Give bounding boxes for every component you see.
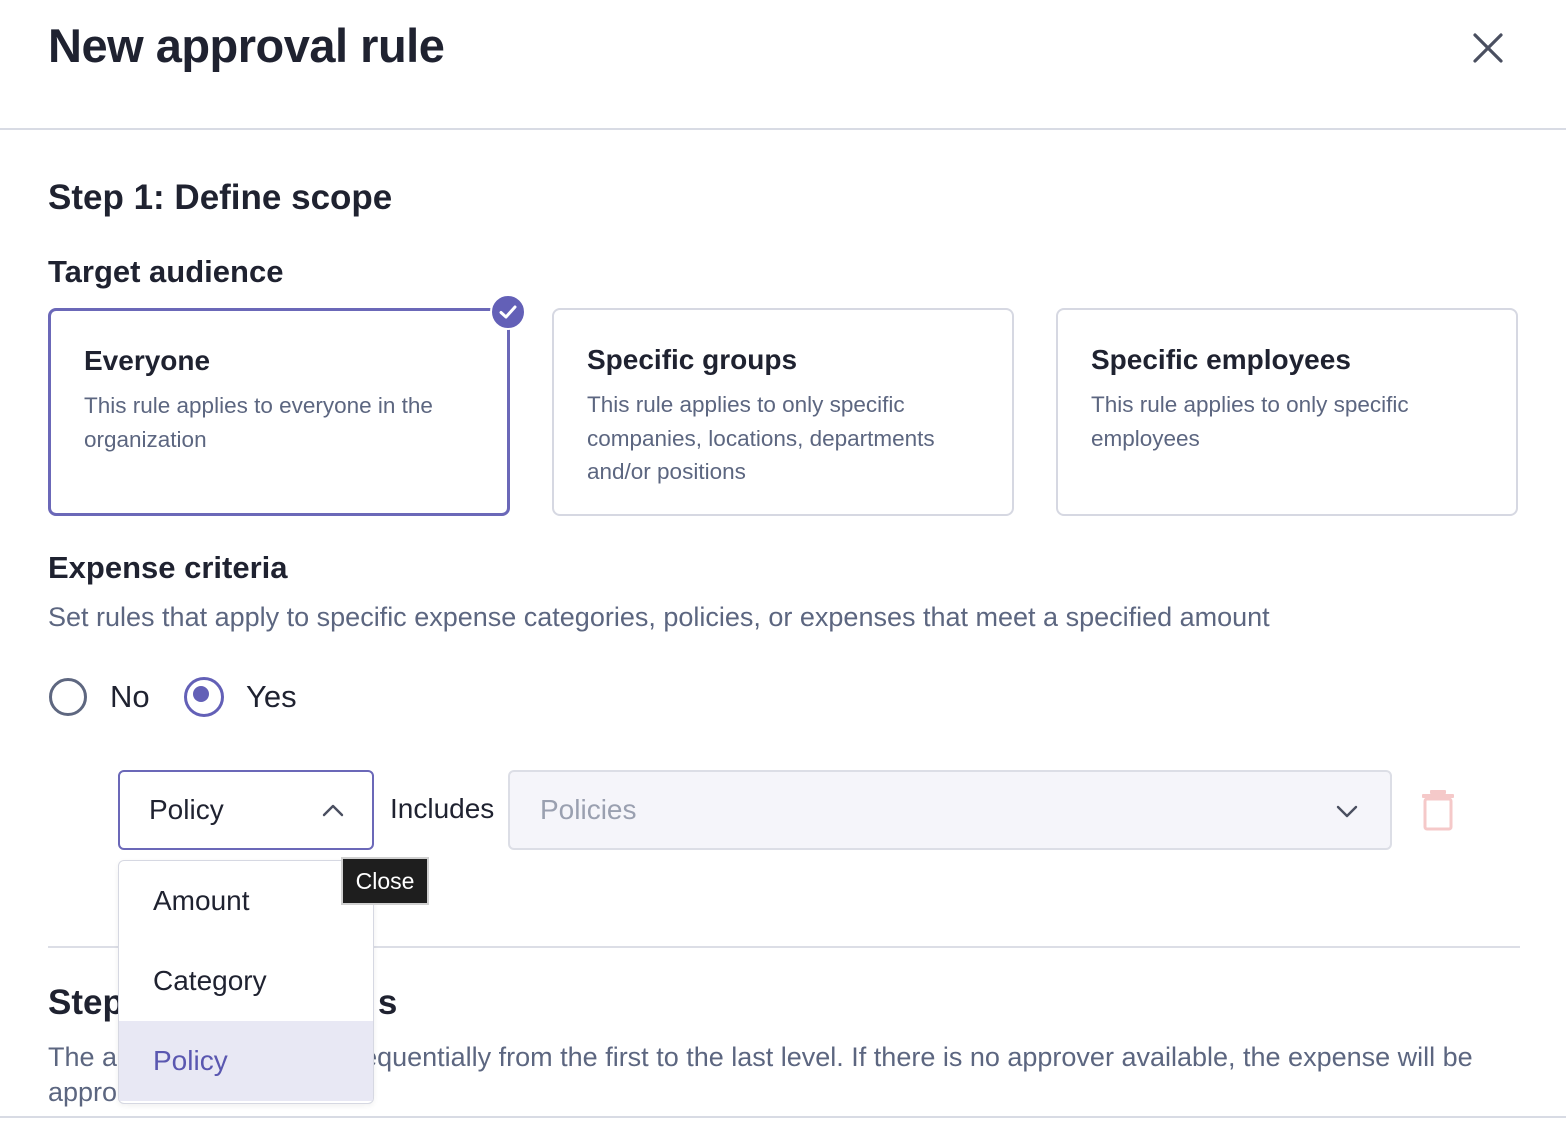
audience-card-description: This rule applies to only specific emplo… [1091, 392, 1409, 451]
radio-yes[interactable]: Yes [184, 676, 297, 718]
audience-card-title: Everyone [84, 345, 211, 376]
radio-no-label[interactable]: No [110, 679, 150, 715]
criteria-field-select[interactable]: Policy [118, 770, 374, 850]
footer-divider [0, 1116, 1566, 1118]
radio-yes-label[interactable]: Yes [246, 679, 297, 715]
chevron-down-icon [1336, 805, 1358, 818]
audience-card-specific-employees[interactable]: Specific employees This rule applies to … [1056, 308, 1518, 516]
radio-no-circle[interactable] [49, 678, 87, 716]
audience-card-title: Specific employees [1091, 344, 1351, 375]
menu-item-policy[interactable]: Policy [119, 1021, 373, 1101]
policies-placeholder: Policies [540, 794, 637, 825]
menu-item-amount[interactable]: Amount [119, 861, 373, 941]
audience-card-everyone[interactable]: Everyone This rule applies to everyone i… [48, 308, 510, 516]
audience-card-title: Specific groups [587, 344, 798, 375]
step2-description-line2-left: appro [48, 1077, 118, 1107]
expense-criteria-description: Set rules that apply to specific expense… [48, 602, 1270, 632]
close-tooltip: Close [341, 857, 429, 905]
check-icon [499, 305, 517, 319]
selected-check-badge [490, 294, 526, 330]
criteria-field-menu: Amount Category Policy [118, 860, 374, 1104]
policies-select[interactable]: Policies [508, 770, 1392, 850]
audience-card-description: This rule applies to everyone in the org… [84, 393, 433, 452]
chevron-up-icon [322, 804, 344, 817]
expense-criteria-heading: Expense criteria [48, 550, 288, 585]
step2-description-line1-right: equentially from the first to the last l… [362, 1042, 1473, 1072]
step2-title-right: s [377, 983, 398, 1022]
delete-criterion-button[interactable] [1420, 788, 1456, 832]
approval-rule-modal: New approval rule Step 1: Define scope T… [0, 0, 1566, 1121]
menu-item-category[interactable]: Category [119, 941, 373, 1021]
audience-card-specific-groups[interactable]: Specific groups This rule applies to onl… [552, 308, 1014, 516]
criteria-field-value: Policy [149, 794, 224, 825]
step1-title: Step 1: Define scope [48, 178, 393, 217]
step2-title-left: Step [48, 983, 124, 1022]
header-divider [0, 128, 1566, 130]
close-icon[interactable] [1471, 31, 1505, 65]
audience-card-description: This rule applies to only specific compa… [587, 392, 935, 484]
radio-yes-circle[interactable] [184, 677, 224, 717]
target-audience-heading: Target audience [48, 254, 284, 289]
close-button[interactable] [1462, 22, 1514, 74]
modal-title: New approval rule [48, 19, 445, 72]
radio-no[interactable]: No [49, 676, 150, 718]
trash-icon[interactable] [1420, 788, 1456, 832]
criteria-operator-label: Includes [390, 793, 495, 824]
